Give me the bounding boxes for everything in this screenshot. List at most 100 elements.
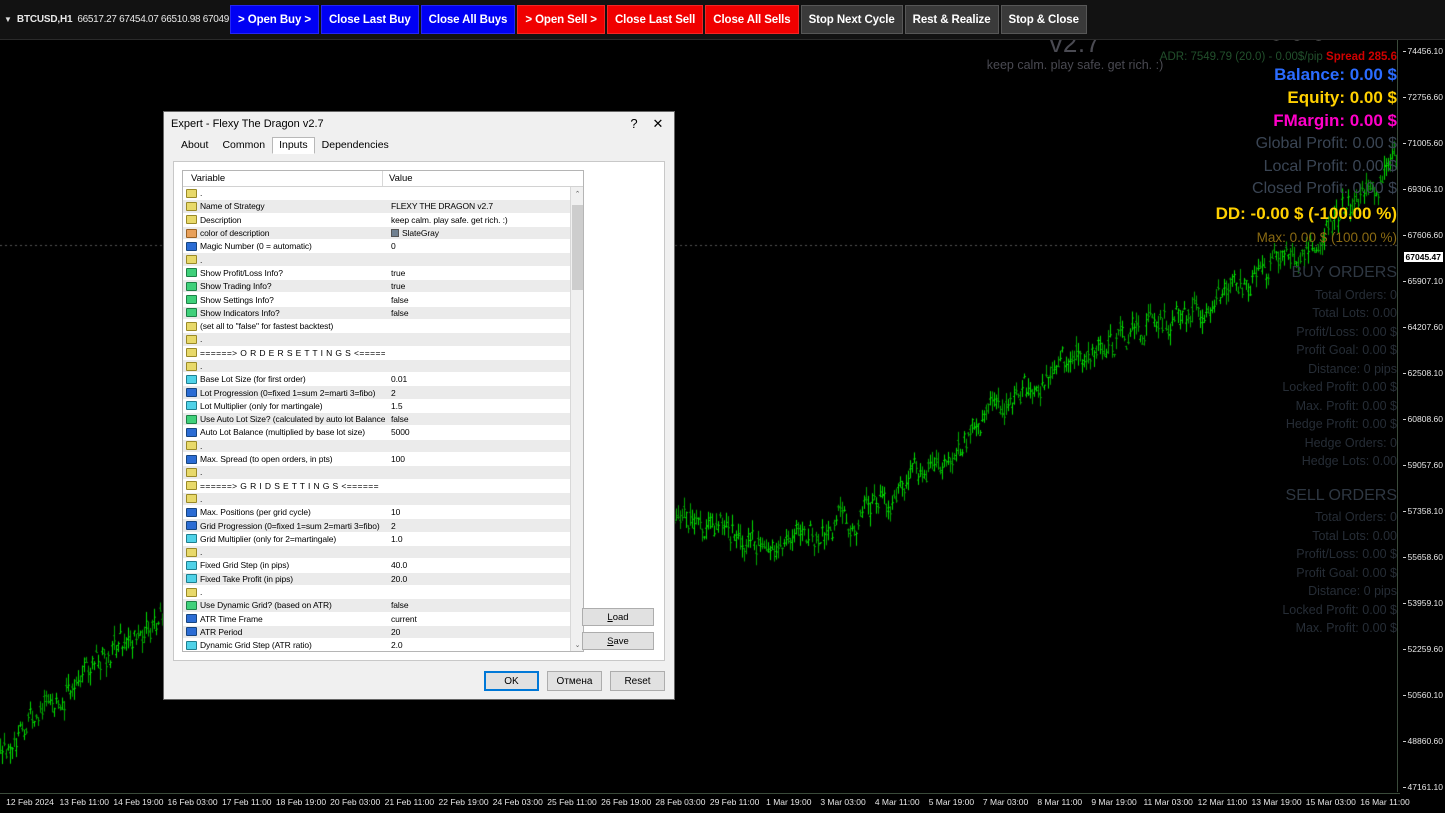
ok-button[interactable]: OK bbox=[484, 671, 539, 691]
input-type-str-icon bbox=[186, 322, 197, 331]
tab-inputs[interactable]: Inputs bbox=[272, 137, 315, 154]
input-variable-value[interactable]: 1.5 bbox=[385, 401, 570, 411]
input-type-str-icon bbox=[186, 468, 197, 477]
input-row[interactable]: Dynamic Grid Step (ATR ratio)2.0 bbox=[183, 639, 570, 651]
input-variable-value[interactable]: 0 bbox=[385, 241, 570, 251]
reset-button[interactable]: Reset bbox=[610, 671, 665, 691]
input-variable-value[interactable]: true bbox=[385, 281, 570, 291]
column-header-value: Value bbox=[383, 171, 583, 186]
input-row[interactable]: Auto Lot Balance (multiplied by base lot… bbox=[183, 426, 570, 439]
toolbar-button-open-sell[interactable]: > Open Sell > bbox=[517, 5, 605, 34]
input-row[interactable]: Grid Multiplier (only for 2=martingale)1… bbox=[183, 533, 570, 546]
toolbar-button-close-all-sells[interactable]: Close All Sells bbox=[705, 5, 798, 34]
input-row[interactable]: Base Lot Size (for first order)0.01 bbox=[183, 373, 570, 386]
toolbar-button-open-buy[interactable]: > Open Buy > bbox=[230, 5, 319, 34]
input-row[interactable]: ATR Period20 bbox=[183, 626, 570, 639]
input-variable-value[interactable]: current bbox=[385, 614, 570, 624]
toolbar-button-rest-realize[interactable]: Rest & Realize bbox=[905, 5, 999, 34]
input-row[interactable]: Max. Positions (per grid cycle)10 bbox=[183, 506, 570, 519]
input-row[interactable]: Lot Multiplier (only for martingale)1.5 bbox=[183, 400, 570, 413]
toolbar-button-close-last-sell[interactable]: Close Last Sell bbox=[607, 5, 703, 34]
input-row[interactable]: ======> G R I D S E T T I N G S <====== bbox=[183, 480, 570, 493]
input-row[interactable]: Show Settings Info?false bbox=[183, 293, 570, 306]
input-row[interactable]: color of descriptionSlateGray bbox=[183, 227, 570, 240]
price-axis[interactable]: 74456.1072756.6071005.6069306.1067606.60… bbox=[1397, 32, 1445, 792]
input-variable-value[interactable]: FLEXY THE DRAGON v2.7 bbox=[385, 201, 570, 211]
input-variable-name: Lot Progression (0=fixed 1=sum 2=marti 3… bbox=[200, 388, 385, 398]
dialog-tabs: AboutCommonInputsDependencies bbox=[164, 135, 674, 153]
input-row[interactable]: ATR Time Framecurrent bbox=[183, 613, 570, 626]
save-button[interactable]: Save bbox=[582, 632, 654, 650]
input-row[interactable]: . bbox=[183, 187, 570, 200]
price-tick: 71005.60 bbox=[1408, 138, 1443, 148]
input-variable-name: Grid Progression (0=fixed 1=sum 2=marti … bbox=[200, 521, 385, 531]
chevron-down-icon[interactable]: ▼ bbox=[4, 15, 12, 24]
input-row[interactable]: Max. Spread (to open orders, in pts)100 bbox=[183, 453, 570, 466]
help-icon[interactable]: ? bbox=[622, 113, 646, 134]
input-variable-value[interactable]: SlateGray bbox=[385, 228, 570, 238]
toolbar-button-stop-close[interactable]: Stop & Close bbox=[1001, 5, 1087, 34]
input-row[interactable]: Fixed Take Profit (in pips)20.0 bbox=[183, 573, 570, 586]
symbol-quote-strip[interactable]: ▼ BTCUSD,H1 66517.27 67454.07 66510.98 6… bbox=[0, 9, 229, 31]
input-variable-value[interactable]: 1.0 bbox=[385, 534, 570, 544]
input-variable-value[interactable]: false bbox=[385, 308, 570, 318]
input-row[interactable]: . bbox=[183, 333, 570, 346]
input-row[interactable]: . bbox=[183, 440, 570, 453]
input-row[interactable]: (set all to "false" for fastest backtest… bbox=[183, 320, 570, 333]
close-icon[interactable]: ✕ bbox=[646, 113, 670, 134]
input-row[interactable]: Show Indicators Info?false bbox=[183, 307, 570, 320]
input-row[interactable]: Use Auto Lot Size? (calculated by auto l… bbox=[183, 413, 570, 426]
input-variable-value[interactable]: 10 bbox=[385, 507, 570, 517]
dialog-titlebar[interactable]: Expert - Flexy The Dragon v2.7 ? ✕ bbox=[164, 112, 674, 135]
input-variable-value[interactable]: false bbox=[385, 414, 570, 424]
input-type-str-icon bbox=[186, 481, 197, 490]
inputs-grid-scrollbar[interactable]: ⌃ ⌄ bbox=[570, 187, 583, 651]
time-tick: 9 Mar 19:00 bbox=[1091, 797, 1136, 807]
input-row[interactable]: ======> O R D E R S E T T I N G S <=====… bbox=[183, 347, 570, 360]
input-variable-value[interactable]: 2 bbox=[385, 521, 570, 531]
load-button[interactable]: Load bbox=[582, 608, 654, 626]
input-variable-value[interactable]: 0.01 bbox=[385, 374, 570, 384]
input-variable-value[interactable]: 100 bbox=[385, 454, 570, 464]
toolbar-button-close-all-buys[interactable]: Close All Buys bbox=[421, 5, 516, 34]
input-variable-value[interactable]: 2.0 bbox=[385, 640, 570, 650]
input-variable-value[interactable]: true bbox=[385, 268, 570, 278]
time-axis[interactable]: 12 Feb 202413 Feb 11:0014 Feb 19:0016 Fe… bbox=[0, 793, 1400, 813]
tab-dependencies[interactable]: Dependencies bbox=[315, 137, 396, 154]
toolbar-button-close-last-buy[interactable]: Close Last Buy bbox=[321, 5, 419, 34]
input-variable-value[interactable]: 2 bbox=[385, 388, 570, 398]
input-variable-name: Base Lot Size (for first order) bbox=[200, 374, 385, 384]
input-variable-value[interactable]: false bbox=[385, 295, 570, 305]
input-row[interactable]: . bbox=[183, 360, 570, 373]
cancel-button[interactable]: Отмена bbox=[547, 671, 602, 691]
toolbar-button-stop-next-cycle[interactable]: Stop Next Cycle bbox=[801, 5, 903, 34]
input-row[interactable]: Use Dynamic Grid? (based on ATR)false bbox=[183, 599, 570, 612]
input-row[interactable]: . bbox=[183, 253, 570, 266]
input-variable-value[interactable]: false bbox=[385, 600, 570, 610]
input-row[interactable]: Show Profit/Loss Info?true bbox=[183, 267, 570, 280]
tab-about[interactable]: About bbox=[174, 137, 215, 154]
input-row[interactable]: Lot Progression (0=fixed 1=sum 2=marti 3… bbox=[183, 386, 570, 399]
input-row[interactable]: . bbox=[183, 493, 570, 506]
input-variable-value[interactable]: 5000 bbox=[385, 427, 570, 437]
input-row[interactable]: . bbox=[183, 586, 570, 599]
tab-common[interactable]: Common bbox=[215, 137, 272, 154]
input-row[interactable]: . bbox=[183, 546, 570, 559]
scroll-up-icon[interactable]: ⌃ bbox=[571, 187, 584, 200]
inputs-grid[interactable]: Variable Value .Name of StrategyFLEXY TH… bbox=[182, 170, 584, 652]
scrollbar-thumb[interactable] bbox=[572, 205, 583, 290]
input-variable-value[interactable]: 20.0 bbox=[385, 574, 570, 584]
input-row[interactable]: Grid Progression (0=fixed 1=sum 2=marti … bbox=[183, 519, 570, 532]
input-row[interactable]: Descriptionkeep calm. play safe. get ric… bbox=[183, 214, 570, 227]
input-row[interactable]: Name of StrategyFLEXY THE DRAGON v2.7 bbox=[183, 200, 570, 213]
input-row[interactable]: . bbox=[183, 466, 570, 479]
time-tick: 11 Mar 03:00 bbox=[1143, 797, 1192, 807]
input-variable-value[interactable]: keep calm. play safe. get rich. :) bbox=[385, 215, 570, 225]
input-row[interactable]: Show Trading Info?true bbox=[183, 280, 570, 293]
time-tick: 22 Feb 19:00 bbox=[439, 797, 489, 807]
expert-properties-dialog[interactable]: Expert - Flexy The Dragon v2.7 ? ✕ About… bbox=[163, 111, 675, 700]
input-variable-value[interactable]: 20 bbox=[385, 627, 570, 637]
input-variable-value[interactable]: 40.0 bbox=[385, 560, 570, 570]
input-row[interactable]: Magic Number (0 = automatic)0 bbox=[183, 240, 570, 253]
input-row[interactable]: Fixed Grid Step (in pips)40.0 bbox=[183, 559, 570, 572]
